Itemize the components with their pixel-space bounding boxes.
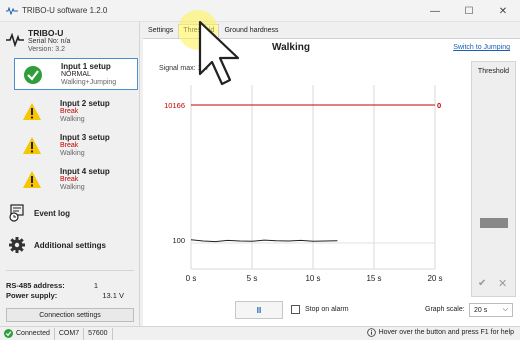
- window-title: TRIBO-U software 1.2.0: [22, 6, 108, 15]
- baud-status: 57600: [84, 327, 113, 340]
- tab-settings[interactable]: Settings: [143, 24, 178, 38]
- rs485-address-value: 1: [93, 281, 98, 290]
- additional-settings-label: Additional settings: [34, 240, 106, 250]
- additional-settings-button[interactable]: Additional settings: [8, 234, 136, 256]
- rs485-address-label: RS-485 address:: [6, 281, 65, 290]
- threshold-label: Threshold: [477, 68, 510, 75]
- port-status: COM7: [55, 327, 85, 340]
- input-title: Input 3 setup: [60, 133, 110, 142]
- event-log-label: Event log: [34, 208, 71, 218]
- device-name: TRIBO-U: [28, 28, 64, 38]
- x-tick-label: 5 s: [247, 274, 258, 283]
- input-title: Input 4 setup: [60, 167, 110, 176]
- graph-scale-value: 20 s: [474, 306, 488, 314]
- stop-on-alarm-label: Stop on alarm: [305, 306, 349, 313]
- input-status: NORMAL: [61, 71, 91, 78]
- checkbox-box[interactable]: [291, 305, 300, 314]
- signal-line: [190, 239, 338, 243]
- input-3-setup-card[interactable]: Input 3 setup Break Walking: [14, 130, 138, 162]
- title-bar: TRIBO-U software 1.2.0 — ☐ ✕: [0, 0, 520, 22]
- minimize-button[interactable]: —: [418, 0, 452, 22]
- tab-ground-hardness[interactable]: Ground hardness: [219, 24, 283, 38]
- connected-check-icon: [4, 329, 13, 338]
- threshold-slider-handle[interactable]: [480, 218, 508, 228]
- threshold-panel: Threshold ✔ ✕: [471, 61, 516, 297]
- power-supply-label: Power supply:: [6, 291, 58, 300]
- input-mode: Walking: [60, 150, 85, 157]
- connection-text: Connected: [16, 330, 50, 337]
- rs485-info: RS-485 address: 1 Power supply: 13.1 V: [6, 270, 134, 301]
- input-title: Input 1 setup: [61, 62, 111, 71]
- input-title: Input 2 setup: [60, 99, 110, 108]
- close-button[interactable]: ✕: [486, 0, 520, 22]
- tab-threshold[interactable]: Threshold: [178, 24, 220, 38]
- warning-icon: [23, 137, 41, 154]
- gear-icon: [9, 237, 25, 253]
- chevron-down-icon: ⌵: [502, 306, 508, 313]
- input-2-setup-card[interactable]: Input 2 setup Break Walking: [14, 96, 138, 128]
- input-status: Break: [60, 176, 79, 183]
- power-supply-value: 13.1 V: [102, 291, 124, 300]
- pause-button[interactable]: II: [235, 301, 283, 319]
- left-panel: TRIBO-U Serial No: n/a Version: 3.2 Inpu…: [0, 22, 140, 326]
- check-circle-icon: [24, 66, 42, 84]
- warning-icon: [23, 171, 41, 188]
- connection-status: Connected: [0, 327, 55, 340]
- input-mode: Walking: [60, 116, 85, 123]
- info-icon: [366, 328, 376, 337]
- confirm-icon[interactable]: ✔: [478, 278, 486, 289]
- chart-controls: II Stop on alarm Graph scale: 20 s ⌵: [143, 297, 520, 321]
- graph-scale-select[interactable]: 20 s ⌵: [469, 303, 513, 317]
- threshold-end-label: 0: [437, 101, 441, 110]
- graph-scale-label: Graph scale:: [425, 306, 465, 313]
- x-tick-label: 20 s: [427, 274, 442, 283]
- app-icon: [6, 6, 18, 16]
- x-tick-label: 10 s: [305, 274, 320, 283]
- input-mode: Walking+Jumping: [61, 79, 117, 86]
- x-tick-label: 15 s: [366, 274, 381, 283]
- switch-to-jumping-link[interactable]: Switch to Jumping: [453, 44, 510, 51]
- baseline-label: 100: [172, 236, 185, 245]
- stop-on-alarm-checkbox[interactable]: Stop on alarm: [291, 305, 349, 314]
- warning-icon: [23, 103, 41, 120]
- threshold-value-label: 10166: [164, 101, 185, 110]
- input-1-setup-card[interactable]: Input 1 setup NORMAL Walking+Jumping: [14, 58, 138, 90]
- status-bar: Connected COM7 57600 Hover over the butt…: [0, 326, 520, 340]
- main-panel: Walking Switch to Jumping Signal max: 18…: [143, 38, 520, 326]
- connection-settings-button[interactable]: Connection settings: [6, 308, 134, 322]
- maximize-button[interactable]: ☐: [452, 0, 486, 22]
- cancel-icon[interactable]: ✕: [498, 277, 507, 290]
- input-status: Break: [60, 108, 79, 115]
- input-4-setup-card[interactable]: Input 4 setup Break Walking: [14, 164, 138, 196]
- device-serial: Serial No: n/a: [28, 38, 71, 45]
- signal-chart: 0 s 5 s 10 s 15 s 20 s 100 10166 0: [164, 85, 443, 283]
- input-status: Break: [60, 142, 79, 149]
- waveform-icon: [6, 33, 24, 47]
- input-mode: Walking: [60, 184, 85, 191]
- event-log-button[interactable]: Event log: [8, 202, 136, 224]
- device-info: TRIBO-U Serial No: n/a Version: 3.2: [4, 28, 134, 54]
- tab-bar: Settings Threshold Ground hardness: [143, 24, 284, 38]
- clock-log-icon: [9, 204, 24, 222]
- page-title: Walking: [272, 42, 310, 53]
- help-hint: Hover over the button and press F1 for h…: [366, 328, 514, 337]
- signal-max-label: Signal max: 187: [159, 65, 210, 72]
- x-tick-label: 0 s: [186, 274, 197, 283]
- help-text: Hover over the button and press F1 for h…: [378, 329, 514, 336]
- device-version: Version: 3.2: [28, 46, 65, 53]
